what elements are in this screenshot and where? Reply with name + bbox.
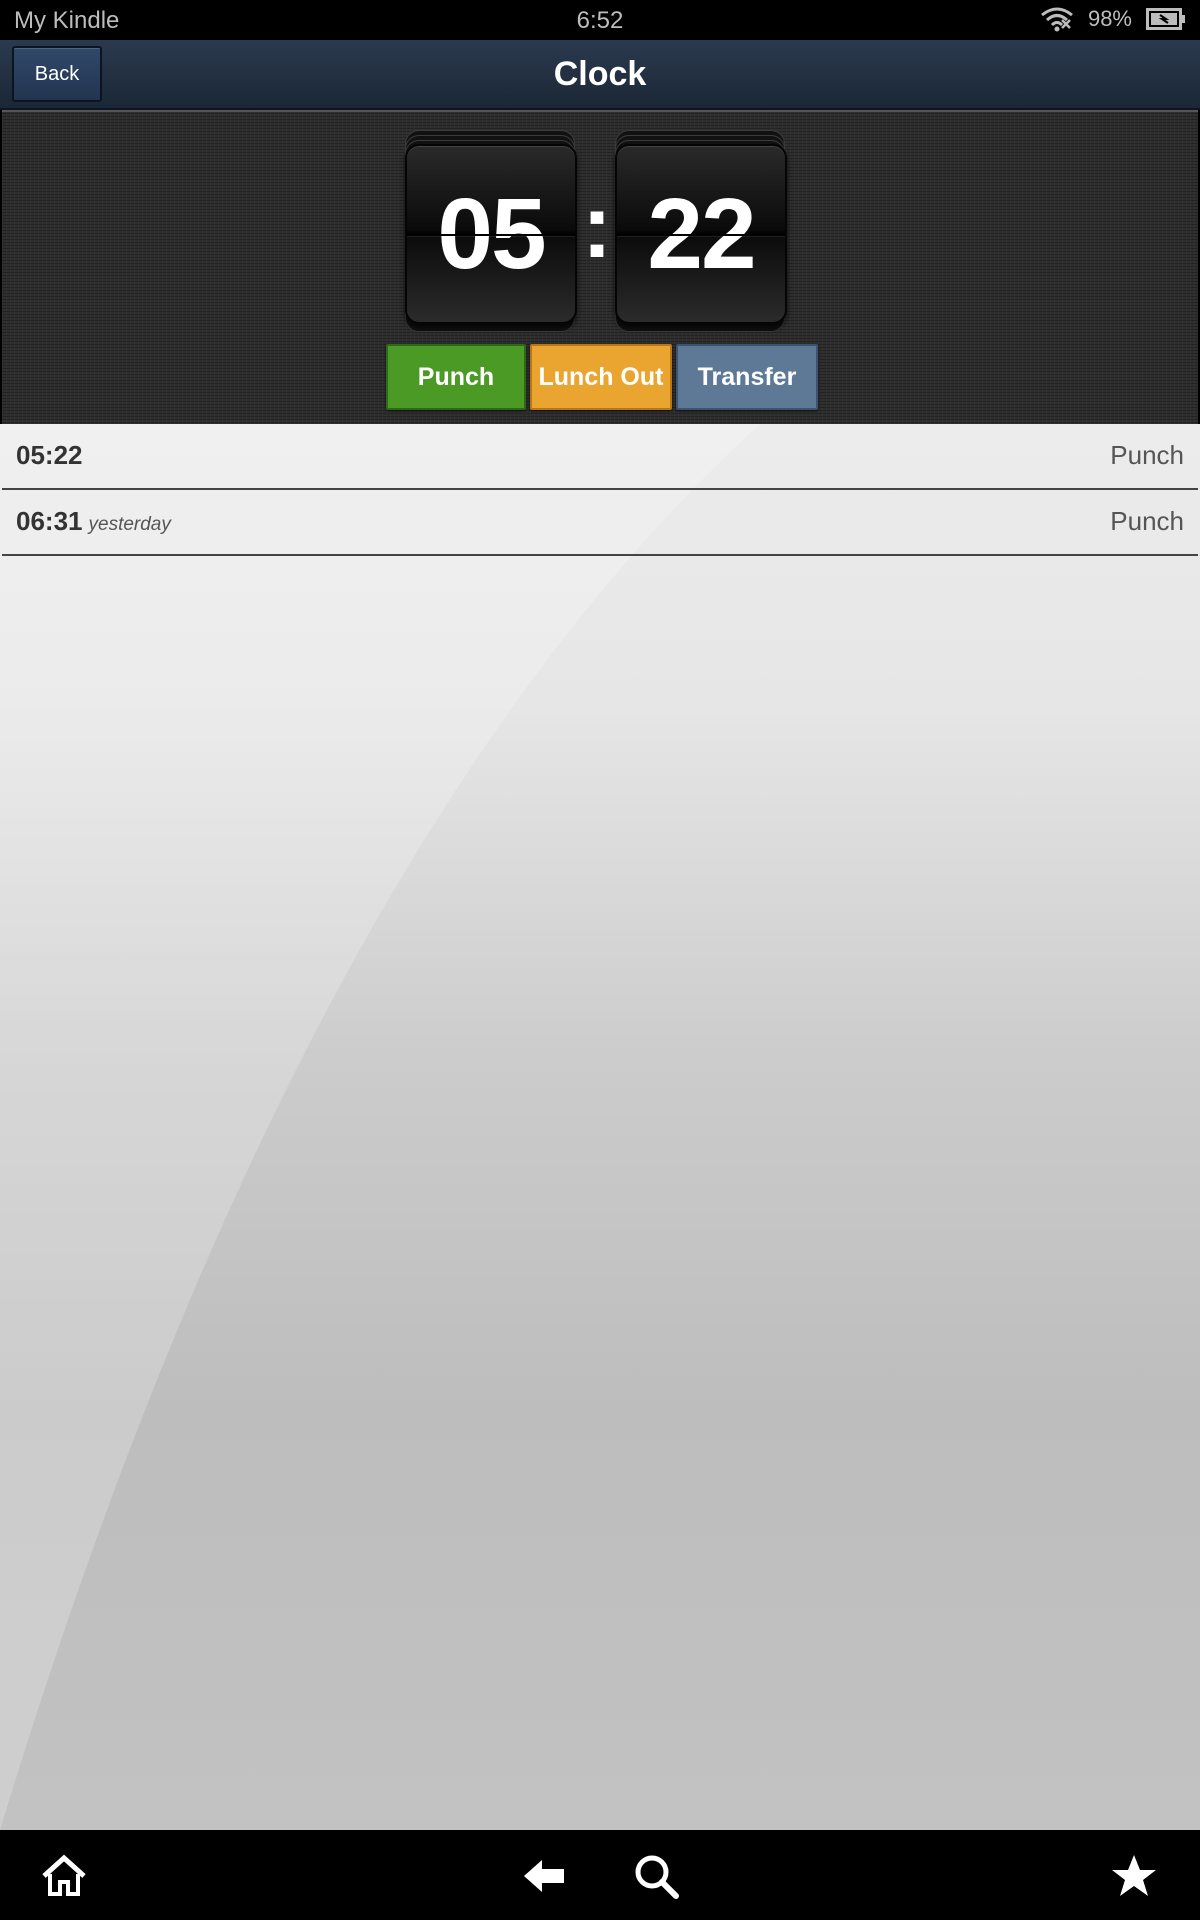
battery-icon bbox=[1146, 8, 1185, 30]
clock-separator: : bbox=[582, 177, 612, 277]
home-icon[interactable] bbox=[40, 1852, 88, 1900]
back-button[interactable]: Back bbox=[12, 46, 102, 102]
status-right: 98% bbox=[1040, 6, 1186, 32]
history-time: 05:22 bbox=[16, 440, 83, 470]
hours-digits: 05 bbox=[405, 144, 577, 324]
minutes-flip-card: 22 bbox=[615, 130, 787, 332]
wifi-icon bbox=[1041, 7, 1073, 32]
history-time: 06:31 yesterday bbox=[16, 506, 171, 536]
page-title: Clock bbox=[553, 55, 647, 93]
battery-percent: 98% bbox=[1087, 6, 1132, 31]
history-type: Punch bbox=[1110, 506, 1184, 536]
star-icon[interactable] bbox=[1110, 1852, 1158, 1900]
back-arrow-icon[interactable] bbox=[520, 1852, 568, 1900]
clock-panel: 05 : 22 Punch Lunch Out Transfer bbox=[2, 110, 1198, 426]
punch-button[interactable]: Punch bbox=[386, 344, 526, 410]
history-row[interactable]: 05:22 Punch bbox=[2, 424, 1198, 490]
hours-flip-card: 05 bbox=[405, 130, 577, 332]
bottom-nav bbox=[0, 1830, 1200, 1920]
history-note: yesterday bbox=[88, 514, 171, 535]
punch-history: 05:22 Punch 06:31 yesterday Punch bbox=[0, 424, 1200, 1830]
search-icon[interactable] bbox=[632, 1852, 680, 1900]
status-time: 6:52 bbox=[576, 7, 624, 34]
header-bar: Back Clock bbox=[0, 40, 1200, 110]
lunch-out-button[interactable]: Lunch Out bbox=[530, 344, 672, 410]
transfer-button[interactable]: Transfer bbox=[676, 344, 818, 410]
background-sheen bbox=[0, 424, 760, 1830]
history-row[interactable]: 06:31 yesterday Punch bbox=[2, 490, 1198, 556]
minutes-digits: 22 bbox=[615, 144, 787, 324]
status-bar: My Kindle 6:52 98% bbox=[0, 0, 1200, 40]
history-type: Punch bbox=[1110, 440, 1184, 470]
